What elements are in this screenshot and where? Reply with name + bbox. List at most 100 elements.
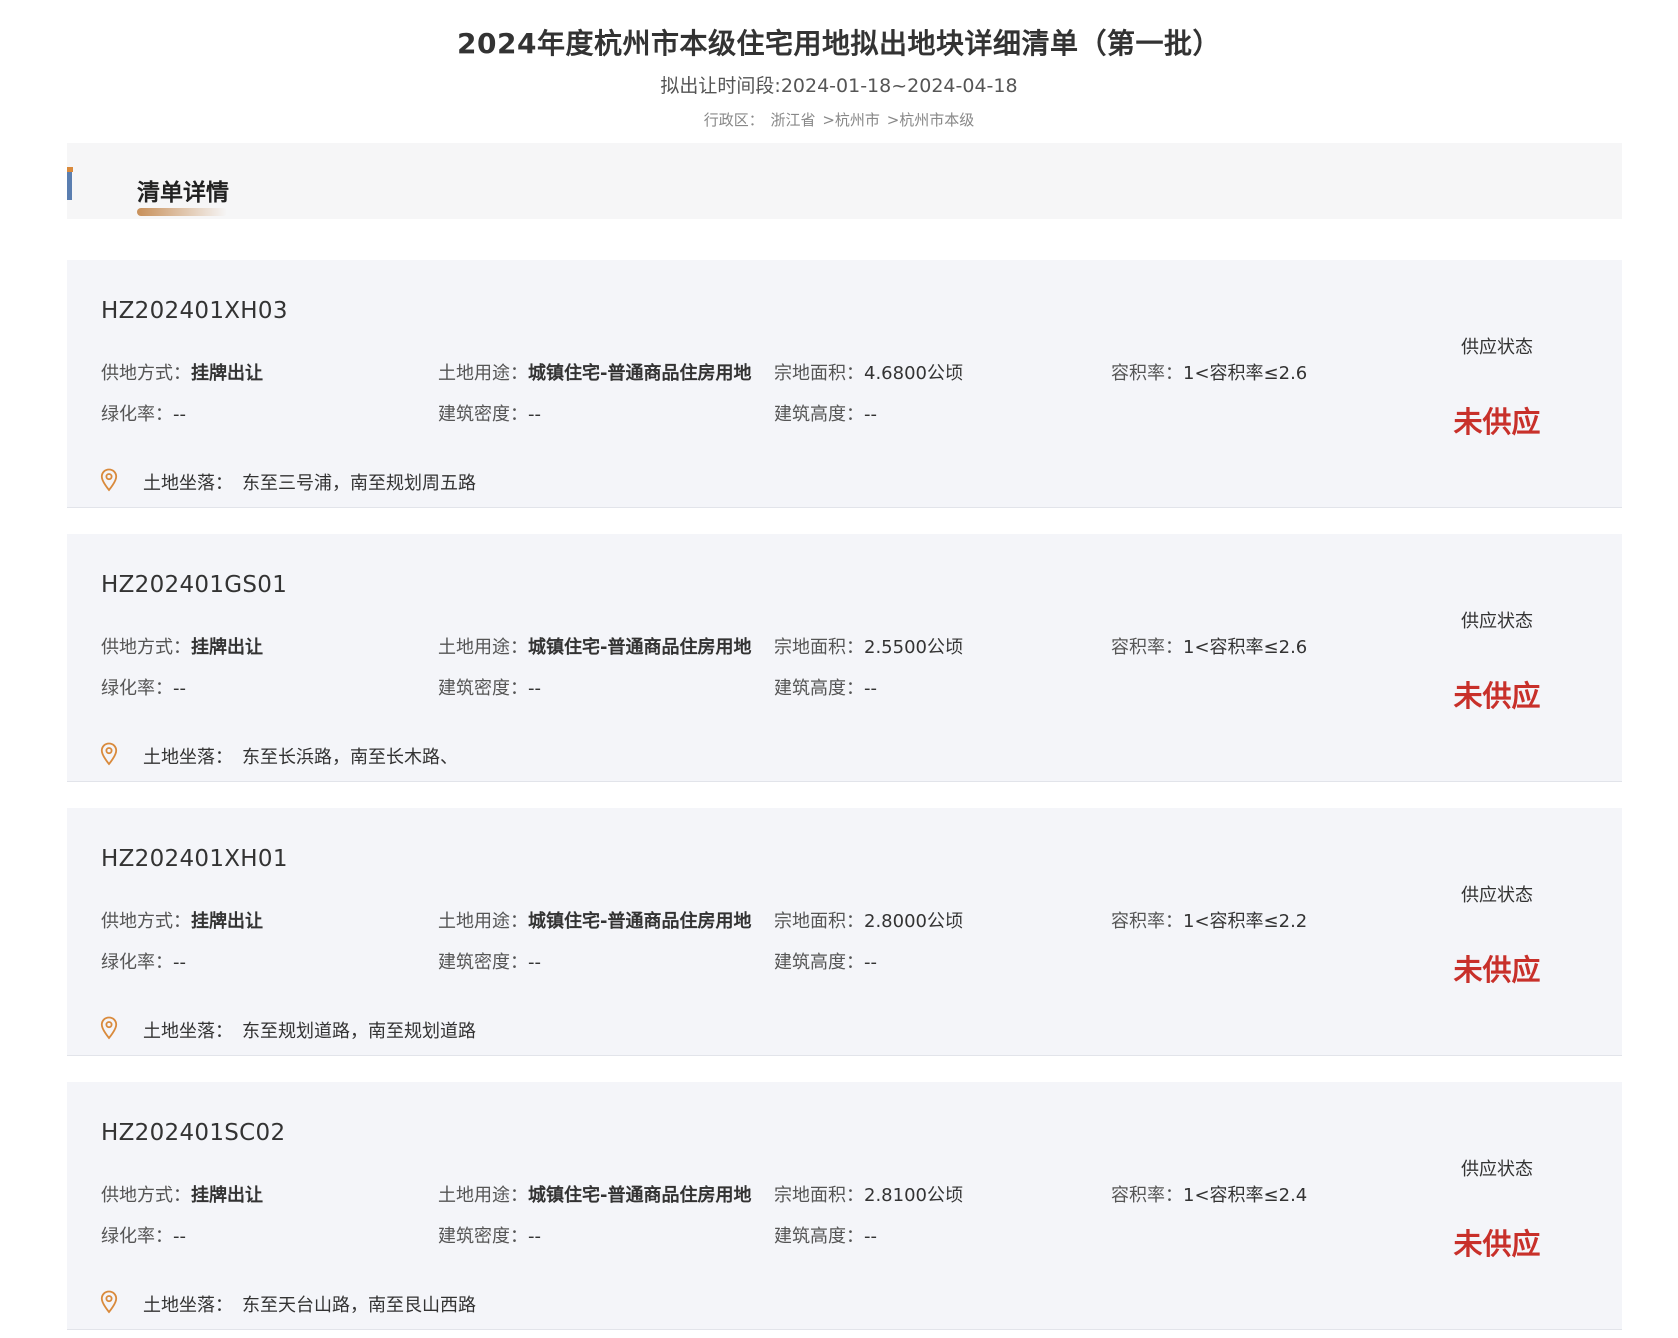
section-title-underline [137,208,227,216]
area-field: 宗地面积：4.6800公顷 [774,359,963,385]
location-pin-icon [100,1016,118,1040]
green-ratio-value: -- [173,1226,186,1247]
green-ratio-field: 绿化率：-- [101,948,186,974]
period: 拟出让时间段:2024-01-18~2024-04-18 [0,71,1678,98]
plot-id: HZ202401XH03 [101,298,288,324]
green-ratio-value: -- [173,678,186,699]
far-field: 容积率：1<容积率≤2.4 [1111,1181,1307,1207]
building-height-value: -- [864,952,877,973]
location-label: 土地坐落： [143,1021,233,1042]
region-breadcrumb: 行政区： 浙江省 >杭州市 >杭州市本级 [0,109,1678,130]
area-label: 宗地面积： [774,1185,864,1206]
land-use-label: 土地用途： [438,363,528,384]
supply-method-field: 供地方式：挂牌出让 [101,633,263,659]
plot-card[interactable]: HZ202401GS01 供地方式：挂牌出让 土地用途：城镇住宅-普通商品住房用… [67,534,1622,782]
status-badge: 未供应 [1453,679,1541,713]
supply-method-label: 供地方式： [101,363,191,384]
land-use-label: 土地用途： [438,637,528,658]
green-ratio-label: 绿化率： [101,952,173,973]
breadcrumb-item[interactable]: >杭州市本级 [887,111,975,129]
land-use-field: 土地用途：城镇住宅-普通商品住房用地 [438,633,751,659]
location-value: 东至规划道路，南至规划道路 [242,1021,476,1042]
far-label: 容积率： [1111,911,1183,932]
land-use-value: 城镇住宅-普通商品住房用地 [528,1185,752,1206]
status-badge: 未供应 [1453,1227,1541,1261]
status-label: 供应状态 [1461,1159,1533,1180]
green-ratio-value: -- [173,404,186,425]
status-badge: 未供应 [1453,405,1541,439]
supply-method-field: 供地方式：挂牌出让 [101,359,263,385]
period-value: 2024-01-18~2024-04-18 [780,75,1018,97]
plot-card[interactable]: HZ202401SC02 供地方式：挂牌出让 土地用途：城镇住宅-普通商品住房用… [67,1082,1622,1330]
building-density-field: 建筑密度：-- [438,1222,541,1248]
status-label: 供应状态 [1461,337,1533,358]
supply-method-value: 挂牌出让 [191,637,263,658]
area-field: 宗地面积：2.8000公顷 [774,907,963,933]
region-label: 行政区： [703,111,764,129]
green-ratio-field: 绿化率：-- [101,674,186,700]
building-density-field: 建筑密度：-- [438,948,541,974]
supply-method-label: 供地方式： [101,637,191,658]
plot-id: HZ202401XH01 [101,846,288,872]
far-label: 容积率： [1111,1185,1183,1206]
area-label: 宗地面积： [774,363,864,384]
building-height-value: -- [864,404,877,425]
building-density-label: 建筑密度： [438,404,528,425]
page-title: 2024年度杭州市本级住宅用地拟出地块详细清单（第一批） [457,27,1221,60]
green-ratio-label: 绿化率： [101,404,173,425]
plot-card[interactable]: HZ202401XH01 供地方式：挂牌出让 土地用途：城镇住宅-普通商品住房用… [67,808,1622,1056]
land-use-field: 土地用途：城镇住宅-普通商品住房用地 [438,359,751,385]
land-use-value: 城镇住宅-普通商品住房用地 [528,363,752,384]
land-use-label: 土地用途： [438,1185,528,1206]
plot-card[interactable]: HZ202401XH03 供地方式：挂牌出让 土地用途：城镇住宅-普通商品住房用… [67,260,1622,508]
building-height-label: 建筑高度： [774,678,864,699]
plot-id: HZ202401GS01 [101,572,288,598]
building-height-value: -- [864,1226,877,1247]
location-label: 土地坐落： [143,473,233,494]
far-field: 容积率：1<容积率≤2.6 [1111,633,1307,659]
far-field: 容积率：1<容积率≤2.2 [1111,907,1307,933]
location-value: 东至天台山路，南至艮山西路 [242,1295,476,1316]
location-label: 土地坐落： [143,747,233,768]
supply-method-value: 挂牌出让 [191,1185,263,1206]
building-height-field: 建筑高度：-- [774,674,877,700]
land-use-label: 土地用途： [438,911,528,932]
section-title: 清单详情 [137,180,229,206]
breadcrumb-item[interactable]: >杭州市 [822,111,880,129]
status-label: 供应状态 [1461,611,1533,632]
supply-method-value: 挂牌出让 [191,363,263,384]
supply-method-field: 供地方式：挂牌出让 [101,1181,263,1207]
location-pin-icon [100,1290,118,1314]
far-field: 容积率：1<容积率≤2.6 [1111,359,1307,385]
building-density-value: -- [528,952,541,973]
supply-method-field: 供地方式：挂牌出让 [101,907,263,933]
area-label: 宗地面积： [774,911,864,932]
building-density-label: 建筑密度： [438,678,528,699]
building-height-label: 建筑高度： [774,952,864,973]
supply-method-value: 挂牌出让 [191,911,263,932]
plot-id: HZ202401SC02 [101,1120,286,1146]
area-value: 4.6800公顷 [864,363,963,384]
building-density-value: -- [528,678,541,699]
area-value: 2.5500公顷 [864,637,963,658]
location-pin-icon [100,468,118,492]
building-density-field: 建筑密度：-- [438,400,541,426]
location-pin-icon [100,742,118,766]
area-field: 宗地面积：2.5500公顷 [774,633,963,659]
land-use-field: 土地用途：城镇住宅-普通商品住房用地 [438,1181,751,1207]
breadcrumb-item[interactable]: 浙江省 [771,111,816,129]
green-ratio-field: 绿化率：-- [101,1222,186,1248]
area-label: 宗地面积： [774,637,864,658]
building-height-value: -- [864,678,877,699]
section-header: 清单详情 [67,143,1622,219]
area-value: 2.8100公顷 [864,1185,963,1206]
building-height-label: 建筑高度： [774,404,864,425]
location-label: 土地坐落： [143,1295,233,1316]
far-value: 1<容积率≤2.2 [1183,911,1308,932]
green-ratio-label: 绿化率： [101,1226,173,1247]
far-value: 1<容积率≤2.6 [1183,637,1308,658]
green-ratio-field: 绿化率：-- [101,400,186,426]
building-density-label: 建筑密度： [438,1226,528,1247]
building-height-label: 建筑高度： [774,1226,864,1247]
far-label: 容积率： [1111,637,1183,658]
